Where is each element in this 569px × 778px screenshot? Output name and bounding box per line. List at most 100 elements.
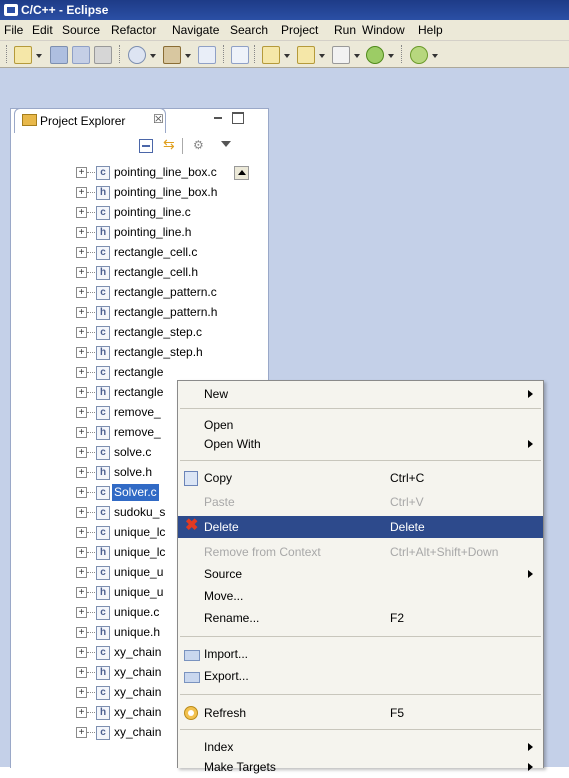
expand-icon[interactable]: + [76, 367, 87, 378]
h-file-icon: h [96, 666, 110, 680]
new-folder-icon[interactable] [297, 46, 315, 64]
save-all-icon[interactable] [72, 46, 90, 64]
h-file-icon: h [96, 706, 110, 720]
file-name: rectangle [114, 385, 164, 399]
new-dropdown-icon[interactable] [36, 54, 42, 58]
new-cpp-project-icon[interactable] [262, 46, 280, 64]
c-file-icon: c [96, 406, 110, 420]
expand-icon[interactable]: + [76, 587, 87, 598]
class-dropdown-icon[interactable] [388, 54, 394, 58]
expand-icon[interactable]: + [76, 487, 87, 498]
new-file-icon[interactable] [332, 46, 350, 64]
h-file-icon: h [96, 386, 110, 400]
expand-icon[interactable]: + [76, 447, 87, 458]
menu-search[interactable]: Search [230, 23, 268, 37]
menu-refactor[interactable]: Refactor [111, 23, 156, 37]
menu-edit[interactable]: Edit [32, 23, 53, 37]
scroll-up-button[interactable] [234, 166, 249, 180]
c-file-icon: c [96, 246, 110, 260]
expand-icon[interactable]: + [76, 467, 87, 478]
expand-icon[interactable]: + [76, 427, 87, 438]
expand-icon[interactable]: + [76, 407, 87, 418]
toolbar-grip [6, 45, 8, 63]
search-icon[interactable] [231, 46, 249, 64]
expand-icon[interactable]: + [76, 347, 87, 358]
expand-icon[interactable]: + [76, 627, 87, 638]
c-file-icon: c [96, 366, 110, 380]
minimize-view-icon[interactable] [212, 112, 224, 124]
eclipse-app-icon [4, 4, 18, 16]
debug-icon[interactable] [410, 46, 428, 64]
save-icon[interactable] [50, 46, 68, 64]
menu-item-source[interactable]: Source [178, 563, 543, 585]
h-file-icon: h [96, 266, 110, 280]
expand-icon[interactable]: + [76, 387, 87, 398]
menu-navigate[interactable]: Navigate [172, 23, 219, 37]
new-icon[interactable] [14, 46, 32, 64]
expand-icon[interactable]: + [76, 687, 87, 698]
menu-item-rename[interactable]: Rename... F2 [178, 607, 543, 629]
link-with-editor-icon[interactable]: ⇆ [163, 136, 175, 153]
expand-icon[interactable]: + [76, 307, 87, 318]
menu-separator [180, 636, 541, 637]
menu-item-new[interactable]: New [178, 383, 543, 405]
menu-source[interactable]: Source [62, 23, 100, 37]
expand-icon[interactable]: + [76, 227, 87, 238]
expand-icon[interactable]: + [76, 547, 87, 558]
file-name: rectangle_cell.h [114, 265, 199, 279]
menu-help[interactable]: Help [418, 23, 443, 37]
collapse-all-icon[interactable] [139, 139, 153, 153]
submenu-arrow-icon [528, 763, 533, 771]
expand-icon[interactable]: + [76, 287, 87, 298]
file-name: solve.c [114, 445, 152, 459]
menu-item-delete[interactable]: ✖ Delete Delete [178, 516, 543, 538]
submenu-arrow-icon [528, 390, 533, 398]
expand-icon[interactable]: + [76, 607, 87, 618]
expand-icon[interactable]: + [76, 727, 87, 738]
menu-project[interactable]: Project [281, 23, 318, 37]
context-menu: New Open Open With Copy Ctrl+C Paste Ctrl+… [177, 380, 544, 774]
menu-item-move[interactable]: Move... [178, 585, 543, 607]
expand-icon[interactable]: + [76, 187, 87, 198]
filter-icon[interactable]: ⚙ [193, 138, 204, 152]
expand-icon[interactable]: + [76, 267, 87, 278]
expand-icon[interactable]: + [76, 667, 87, 678]
build-icon[interactable] [128, 46, 146, 64]
build-dropdown-icon[interactable] [150, 54, 156, 58]
menu-run[interactable]: Run [334, 23, 356, 37]
view-menu-icon[interactable] [221, 141, 231, 147]
menu-item-index[interactable]: Index [178, 736, 543, 758]
expand-icon[interactable]: + [76, 707, 87, 718]
project-explorer-tab[interactable]: Project Explorer ☒ [14, 108, 166, 133]
menu-item-remove-from-context: Remove from Context Ctrl+Alt+Shift+Down [204, 545, 499, 559]
project-dropdown-icon[interactable] [284, 54, 290, 58]
print-icon[interactable] [94, 46, 112, 64]
menu-item-open-with[interactable]: Open With [178, 433, 543, 455]
expand-icon[interactable]: + [76, 507, 87, 518]
expand-icon[interactable]: + [76, 527, 87, 538]
menu-item-refresh[interactable]: Refresh F5 [178, 702, 543, 724]
close-view-icon[interactable]: ☒ [153, 112, 164, 126]
folder-dropdown-icon[interactable] [319, 54, 325, 58]
menu-window[interactable]: Window [362, 23, 405, 37]
menu-item-make-targets[interactable]: Make Targets [178, 756, 543, 778]
menu-item-import[interactable]: Import... [178, 643, 543, 665]
expand-icon[interactable]: + [76, 327, 87, 338]
hammer-icon[interactable] [163, 46, 181, 64]
menu-item-export[interactable]: Export... [178, 665, 543, 687]
menu-file[interactable]: File [4, 23, 23, 37]
hammer-dropdown-icon[interactable] [185, 54, 191, 58]
binary-icon[interactable] [198, 46, 216, 64]
expand-icon[interactable]: + [76, 207, 87, 218]
expand-icon[interactable]: + [76, 167, 87, 178]
new-class-icon[interactable] [366, 46, 384, 64]
expand-icon[interactable]: + [76, 247, 87, 258]
file-dropdown-icon[interactable] [354, 54, 360, 58]
debug-dropdown-icon[interactable] [432, 54, 438, 58]
expand-icon[interactable]: + [76, 647, 87, 658]
maximize-view-icon[interactable] [232, 112, 244, 124]
expand-icon[interactable]: + [76, 567, 87, 578]
c-file-icon: c [96, 506, 110, 520]
menu-item-copy[interactable]: Copy Ctrl+C [178, 467, 543, 489]
delete-icon: ✖ [185, 517, 199, 534]
